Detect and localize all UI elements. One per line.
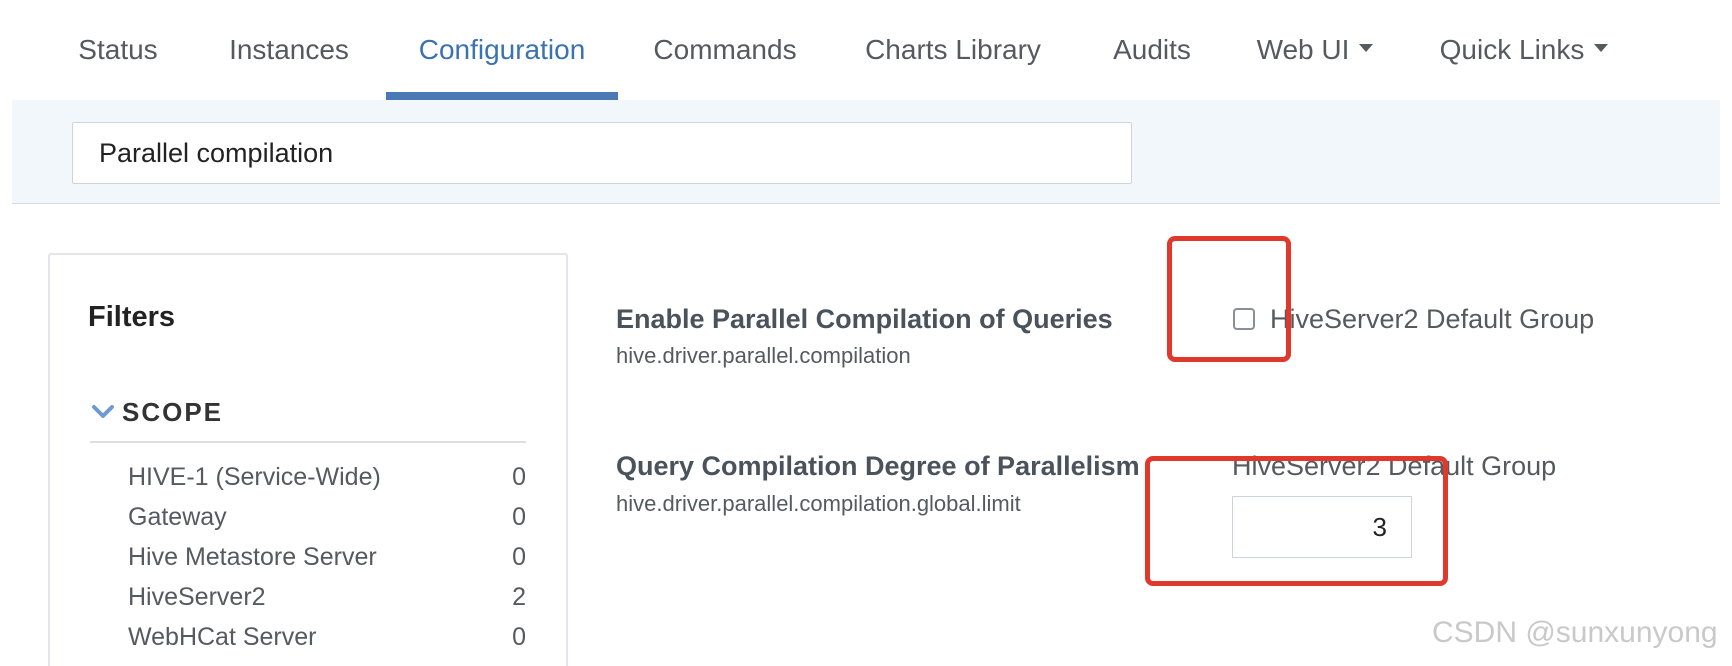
tab-configuration[interactable]: Configuration	[386, 0, 618, 100]
chevron-down-icon	[1359, 44, 1374, 52]
scope-item-count: 0	[512, 542, 526, 571]
search-band	[12, 100, 1720, 204]
tab-web-ui[interactable]: Web UI	[1252, 0, 1378, 100]
config-name-parallel-compilation: Enable Parallel Compilation of Queries	[616, 304, 1113, 334]
filters-panel: Filters SCOPE HIVE-1 (Service-Wide) 0 Ga…	[48, 253, 568, 666]
config-group-label: HiveServer2 Default Group	[1270, 304, 1595, 334]
scope-item-label: HIVE-1 (Service-Wide)	[128, 462, 381, 491]
scope-item-count: 0	[512, 462, 526, 491]
scope-filter-header[interactable]: SCOPE	[90, 397, 526, 443]
tab-audits-label: Audits	[1113, 34, 1191, 65]
tab-instances-label: Instances	[229, 34, 349, 65]
highlight-box	[1167, 236, 1291, 362]
chevron-down-icon	[1594, 44, 1609, 52]
scope-item-label: WebHCat Server	[128, 622, 317, 651]
tab-status-label: Status	[78, 34, 158, 65]
tab-commands[interactable]: Commands	[648, 0, 802, 100]
scope-item-count: 0	[512, 502, 526, 531]
scope-item-label: Gateway	[128, 502, 227, 531]
config-key-degree-of-parallelism: hive.driver.parallel.compilation.global.…	[616, 491, 1021, 516]
config-name-degree-of-parallelism: Query Compilation Degree of Parallelism	[616, 451, 1140, 481]
watermark-text: CSDN @sunxunyong	[1432, 616, 1718, 649]
config-key-parallel-compilation: hive.driver.parallel.compilation	[616, 343, 911, 368]
tab-audits[interactable]: Audits	[1102, 0, 1202, 100]
config-group-label: HiveServer2 Default Group	[1232, 451, 1557, 481]
scope-item-webhcat-server[interactable]: WebHCat Server 0	[128, 617, 526, 657]
filters-title: Filters	[88, 301, 176, 333]
scope-item-hive-service-wide[interactable]: HIVE-1 (Service-Wide) 0	[128, 457, 526, 497]
tab-configuration-label: Configuration	[418, 34, 586, 65]
tab-charts-library[interactable]: Charts Library	[862, 0, 1044, 100]
scope-label: SCOPE	[122, 397, 224, 427]
scope-item-count: 2	[512, 582, 526, 611]
chevron-down-icon	[92, 405, 114, 418]
tab-instances[interactable]: Instances	[214, 0, 364, 100]
service-tab-bar: Status Instances Configuration Commands …	[0, 0, 1732, 100]
scope-item-count: 0	[512, 622, 526, 651]
parallel-compilation-checkbox[interactable]	[1233, 308, 1255, 330]
scope-item-label: HiveServer2	[128, 582, 266, 611]
tab-commands-label: Commands	[653, 34, 797, 65]
scope-item-hive-metastore-server[interactable]: Hive Metastore Server 0	[128, 537, 526, 577]
tab-web-ui-label: Web UI	[1256, 34, 1350, 65]
degree-of-parallelism-input[interactable]	[1232, 496, 1412, 558]
tab-charts-library-label: Charts Library	[865, 34, 1041, 65]
scope-item-hiveserver2[interactable]: HiveServer2 2	[128, 577, 526, 617]
scope-item-label: Hive Metastore Server	[128, 542, 377, 571]
scope-item-gateway[interactable]: Gateway 0	[128, 497, 526, 537]
tab-status[interactable]: Status	[68, 0, 168, 100]
config-search-input[interactable]	[72, 122, 1132, 184]
tab-quick-links-label: Quick Links	[1439, 34, 1585, 65]
tab-quick-links[interactable]: Quick Links	[1436, 0, 1612, 100]
scope-filter-list: HIVE-1 (Service-Wide) 0 Gateway 0 Hive M…	[128, 457, 568, 657]
